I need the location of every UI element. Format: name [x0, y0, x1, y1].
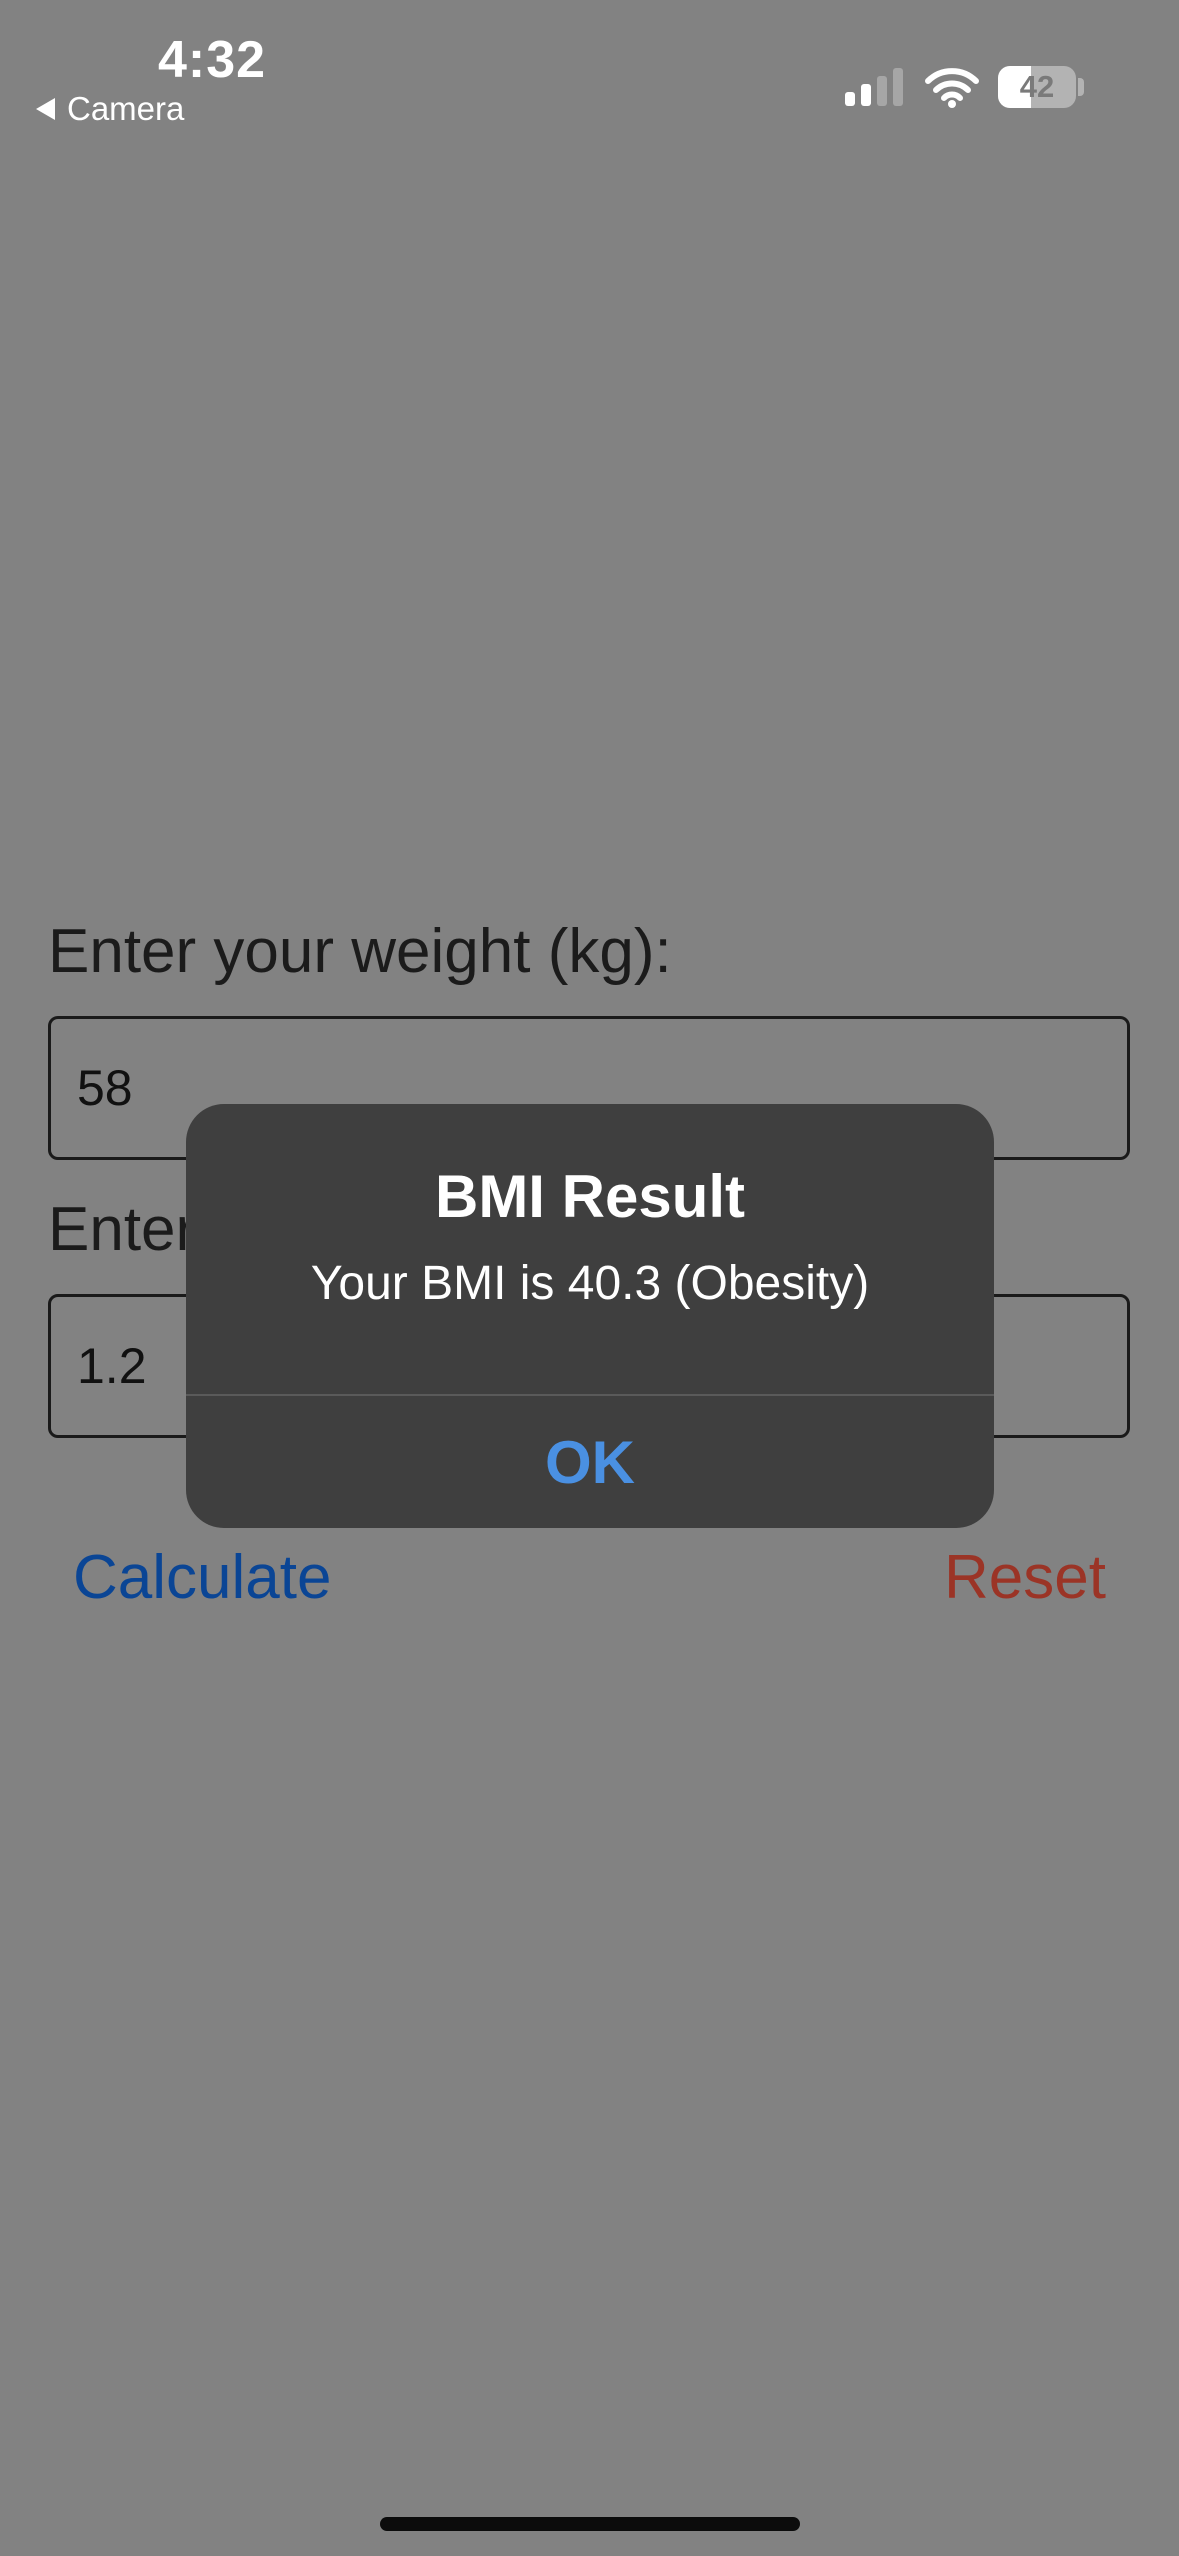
back-app-label: Camera: [67, 90, 185, 127]
status-time: 4:32: [158, 31, 267, 89]
height-label: Enter: [48, 1195, 197, 1264]
weight-label: Enter your weight (kg):: [48, 917, 672, 986]
bmi-result-alert: BMI Result Your BMI is 40.3 (Obesity) OK: [186, 1104, 994, 1528]
reset-button[interactable]: Reset: [944, 1542, 1106, 1613]
battery-cap: [1078, 78, 1084, 96]
back-to-app-button[interactable]: Camera: [36, 90, 184, 128]
signal-bar: [861, 84, 871, 106]
alert-ok-button[interactable]: OK: [186, 1396, 994, 1528]
alert-message: Your BMI is 40.3 (Obesity): [310, 1257, 870, 1310]
signal-bar: [845, 92, 855, 106]
calculate-button[interactable]: Calculate: [73, 1542, 331, 1613]
battery-icon: 42: [998, 66, 1076, 108]
cellular-signal-icon: [845, 68, 903, 106]
wifi-icon: [925, 68, 979, 108]
home-indicator: [380, 2517, 800, 2531]
back-arrow-icon: [36, 98, 55, 120]
battery-percentage: 42: [1019, 69, 1055, 104]
signal-bar: [893, 68, 903, 106]
signal-bar: [877, 76, 887, 106]
alert-title: BMI Result: [434, 1163, 746, 1230]
